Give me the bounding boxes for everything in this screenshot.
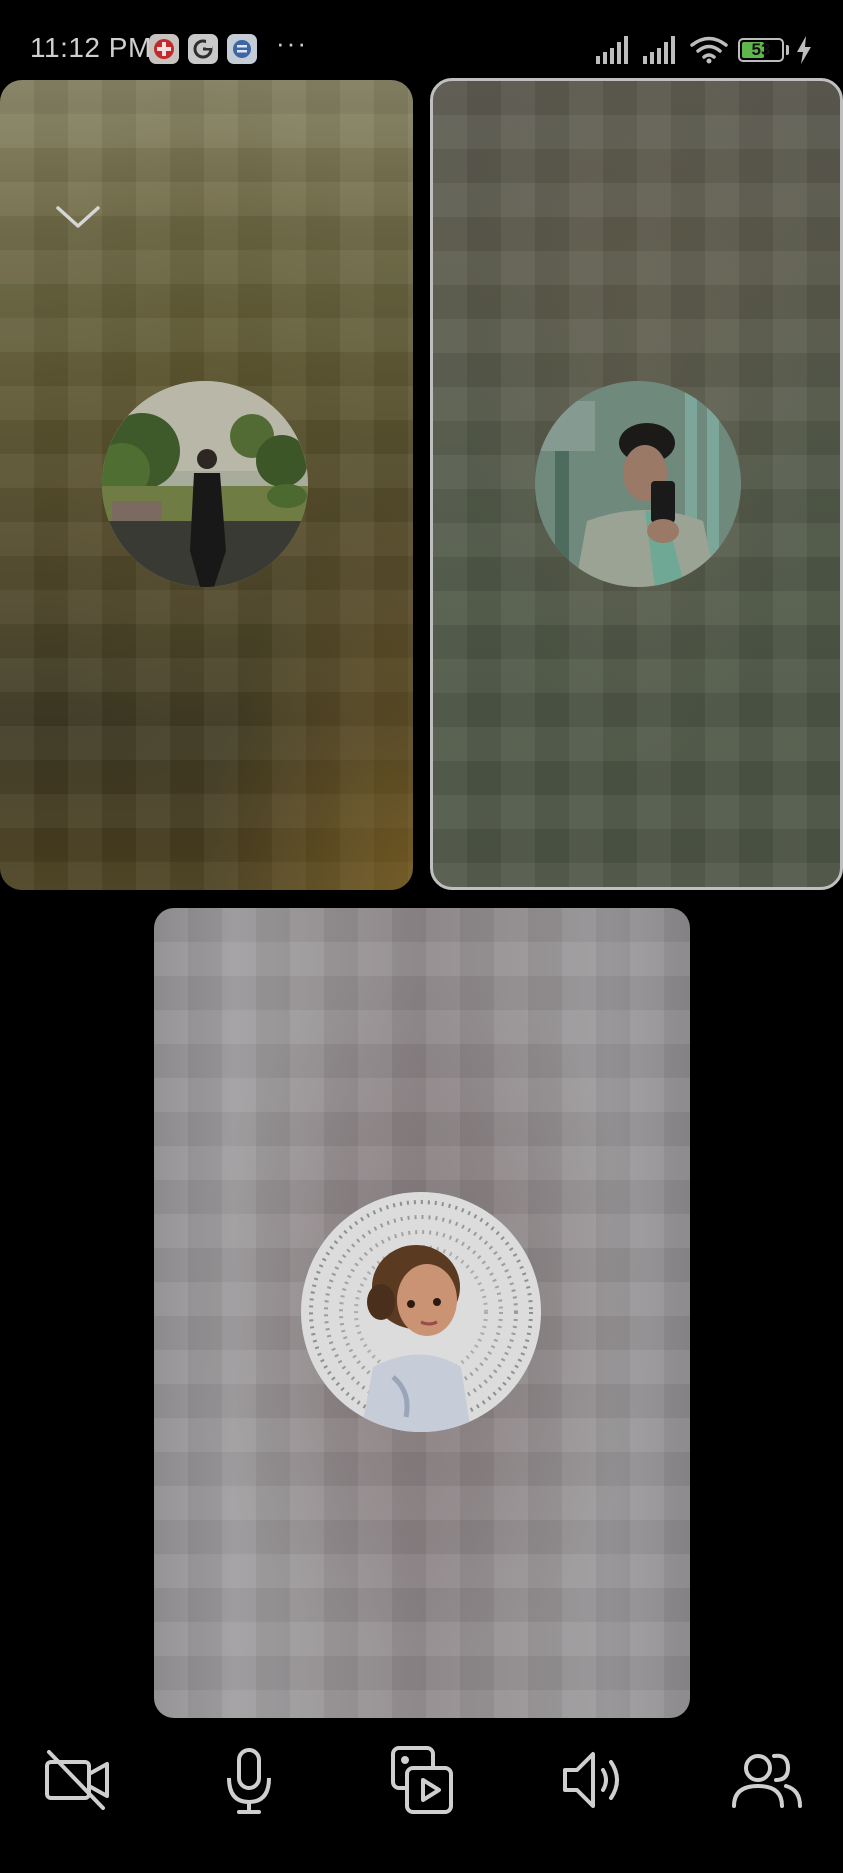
blurred-video-background: [0, 80, 413, 890]
call-controls-bar: [0, 1740, 843, 1840]
speaker-button[interactable]: [553, 1740, 633, 1820]
more-notifications-icon: ···: [276, 28, 308, 58]
battery-tip: [786, 45, 789, 55]
participant-tile-2[interactable]: [430, 78, 843, 890]
status-time: 11:12 PM: [30, 32, 152, 63]
media-share-icon: [391, 1746, 453, 1814]
battery-level: 53: [751, 40, 771, 59]
participant-tile-1[interactable]: [0, 80, 413, 890]
mute-button[interactable]: [209, 1740, 289, 1820]
participant-avatar: [102, 381, 308, 587]
participant-avatar: [535, 381, 741, 587]
microphone-icon: [227, 1748, 271, 1814]
red-app-icon: [149, 34, 179, 64]
chevron-down-icon[interactable]: [54, 200, 102, 234]
signal-icon: [596, 36, 628, 64]
participants-button[interactable]: [726, 1740, 806, 1820]
messages-app-icon: [227, 34, 257, 64]
participant-tile-3[interactable]: [154, 908, 690, 1718]
battery-icon: 53: [738, 38, 784, 62]
status-bar: 11:12 PM ··· 53: [0, 0, 843, 80]
camera-toggle-button[interactable]: [37, 1740, 117, 1820]
signal-icon-2: [643, 36, 675, 64]
video-off-icon: [45, 1750, 109, 1810]
charging-icon: [797, 36, 811, 64]
people-icon: [732, 1753, 802, 1808]
participant-avatar: [301, 1192, 541, 1432]
share-media-button[interactable]: [381, 1740, 461, 1820]
wifi-icon: [690, 36, 728, 64]
google-icon: [188, 34, 218, 64]
speaker-icon: [563, 1752, 619, 1808]
